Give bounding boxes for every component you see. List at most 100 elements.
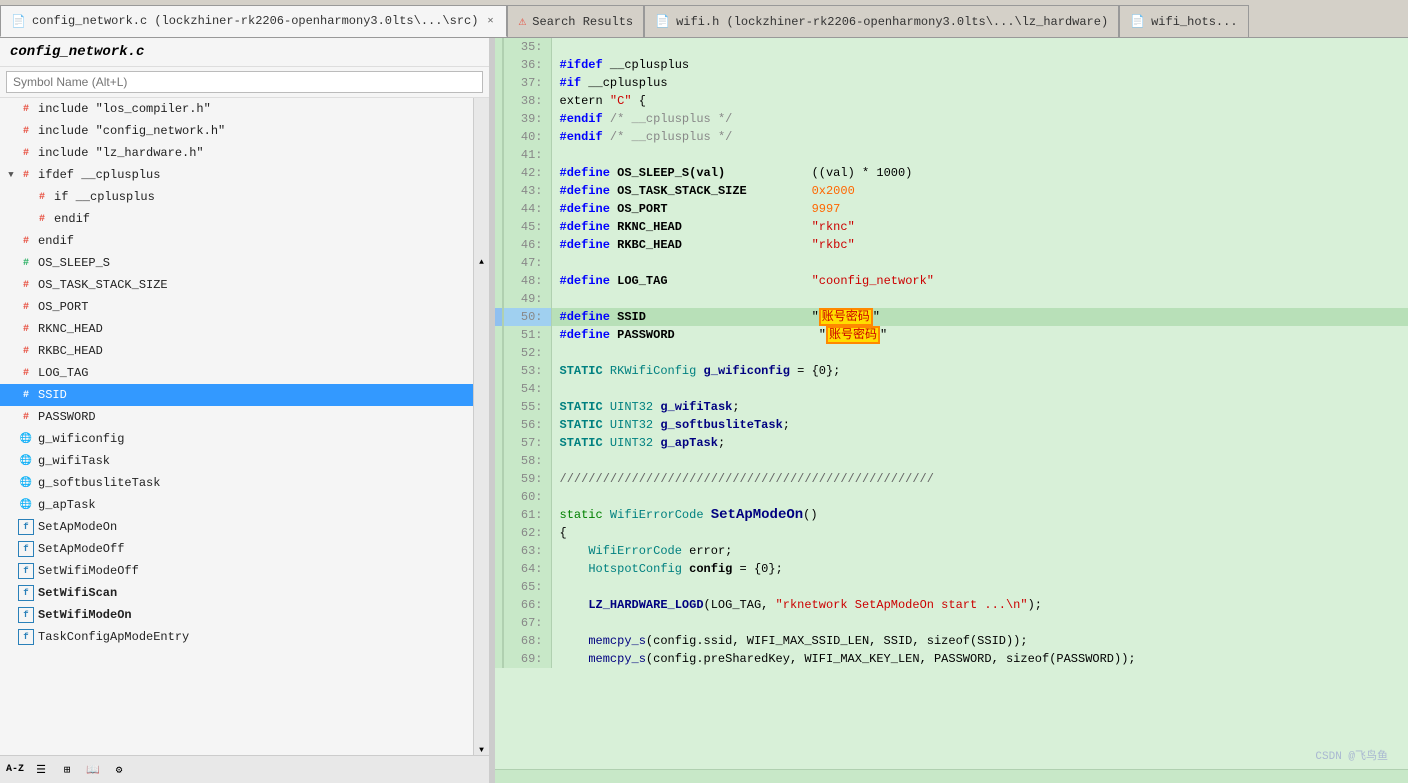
outline-item-ifdef[interactable]: ▼ # ifdef __cplusplus — [0, 164, 473, 186]
tab-wifi-hots[interactable]: 📄 wifi_hots... — [1119, 5, 1248, 37]
outline-item-gwifi[interactable]: 🌐 g_wificonfig — [0, 428, 473, 450]
expand-placeholder — [4, 588, 18, 598]
separator: ////////////////////////////////////////… — [560, 472, 934, 486]
tab-config-network[interactable]: 📄 config_network.c (lockzhiner-rk2206-op… — [0, 5, 507, 37]
code-content: #define LOG_TAG "coonfig_network" — [551, 272, 1408, 290]
code-row-65: 65: — [495, 578, 1408, 596]
outline-item-ostask[interactable]: # OS_TASK_STACK_SIZE — [0, 274, 473, 296]
outline-item-ossleep[interactable]: # OS_SLEEP_S — [0, 252, 473, 274]
book-icon: 📖 — [86, 763, 100, 777]
code-row-48: 48: #define LOG_TAG "coonfig_network" — [495, 272, 1408, 290]
line-indicator — [495, 416, 503, 434]
code-content — [551, 254, 1408, 272]
keyword: STATIC — [560, 364, 603, 378]
scroll-arrows: ▲ ▼ — [473, 98, 489, 755]
code-row-52: 52: — [495, 344, 1408, 362]
outline-item-include3[interactable]: # include "lz_hardware.h" — [0, 142, 473, 164]
scroll-down-button[interactable]: ▼ — [474, 427, 489, 756]
function-name: SetApModeOn — [711, 507, 803, 523]
item-label: OS_TASK_STACK_SIZE — [38, 278, 168, 292]
code-row-44: 44: #define OS_PORT 9997 — [495, 200, 1408, 218]
outline-item-gaptask[interactable]: 🌐 g_apTask — [0, 494, 473, 516]
tab-wifi-h[interactable]: 📄 wifi.h (lockzhiner-rk2206-openharmony3… — [644, 5, 1119, 37]
settings-button[interactable]: ⚙ — [108, 759, 130, 781]
code-content: #if __cplusplus — [551, 74, 1408, 92]
sort-az-button[interactable]: A-Z — [4, 759, 26, 781]
code-content: extern "C" { — [551, 92, 1408, 110]
var: config — [689, 562, 732, 576]
expand-arrow-icon: ▼ — [4, 170, 18, 180]
outline-item-setwifion[interactable]: f SetWifiModeOn — [0, 604, 473, 626]
expand-placeholder — [20, 214, 34, 224]
outline-item-setapoff[interactable]: f SetApModeOff — [0, 538, 473, 560]
hash-icon: # — [18, 299, 34, 315]
outline-item-gwifitask[interactable]: 🌐 g_wifiTask — [0, 450, 473, 472]
code-table: 35: 36: #ifdef __cplusplus 37: #if __cpl… — [495, 38, 1408, 668]
outline-item-ssid[interactable]: # SSID — [0, 384, 473, 406]
outline-item-setwifioff[interactable]: f SetWifiModeOff — [0, 560, 473, 582]
code-content: memcpy_s(config.ssid, WIFI_MAX_SSID_LEN,… — [551, 632, 1408, 650]
outline-item-password[interactable]: # PASSWORD — [0, 406, 473, 428]
horizontal-scrollbar[interactable] — [495, 769, 1408, 783]
item-label: SetWifiModeOn — [38, 608, 132, 622]
code-content: WifiErrorCode error; — [551, 542, 1408, 560]
outline-item-logtag[interactable]: # LOG_TAG — [0, 362, 473, 384]
code-content: #ifdef __cplusplus — [551, 56, 1408, 74]
keyword: STATIC — [560, 436, 603, 450]
scroll-up-button[interactable]: ▲ — [474, 98, 489, 427]
tab-close-button[interactable]: ✕ — [484, 14, 496, 28]
outline-item-endif1[interactable]: # endif — [0, 208, 473, 230]
outline-item-gsoftbus[interactable]: 🌐 g_softbusliteTask — [0, 472, 473, 494]
outline-item-include2[interactable]: # include "config_network.h" — [0, 120, 473, 142]
code-content: { — [551, 524, 1408, 542]
symbol-search-input[interactable] — [6, 71, 483, 93]
tab-search-results[interactable]: ⚠ Search Results — [507, 5, 644, 37]
outline-item-if[interactable]: # if __cplusplus — [0, 186, 473, 208]
expand-placeholder — [4, 258, 18, 268]
code-row-35: 35: — [495, 38, 1408, 56]
outline-item-rkbc[interactable]: # RKBC_HEAD — [0, 340, 473, 362]
code-content: ////////////////////////////////////////… — [551, 470, 1408, 488]
line-indicator — [495, 488, 503, 506]
expand-placeholder — [4, 566, 18, 576]
outline-item-rknc[interactable]: # RKNC_HEAD — [0, 318, 473, 340]
string: "C" — [610, 94, 632, 108]
code-row-69: 69: memcpy_s(config.preSharedKey, WIFI_M… — [495, 650, 1408, 668]
line-number: 55: — [503, 398, 551, 416]
outline-item-include1[interactable]: # include "los_compiler.h" — [0, 98, 473, 120]
tab-label: config_network.c (lockzhiner-rk2206-open… — [32, 14, 478, 28]
func-icon: f — [18, 519, 34, 535]
code-content — [551, 38, 1408, 56]
line-indicator — [495, 218, 503, 236]
code-row-39: 39: #endif /* __cplusplus */ — [495, 110, 1408, 128]
item-label: LOG_TAG — [38, 366, 88, 380]
line-indicator — [495, 92, 503, 110]
line-indicator — [495, 164, 503, 182]
line-number: 39: — [503, 110, 551, 128]
ssid-highlight: 账号密码 — [819, 308, 873, 326]
line-number: 58: — [503, 452, 551, 470]
code-row-59: 59: ////////////////////////////////////… — [495, 470, 1408, 488]
item-label: TaskConfigApModeEntry — [38, 630, 189, 644]
list-view-button[interactable]: ☰ — [30, 759, 52, 781]
expand-placeholder — [4, 522, 18, 532]
line-indicator — [495, 200, 503, 218]
keyword: #endif — [560, 112, 603, 126]
outline-item-setwifiscan[interactable]: f SetWifiScan — [0, 582, 473, 604]
item-label: g_wifiTask — [38, 454, 110, 468]
outline-item-setapon[interactable]: f SetApModeOn — [0, 516, 473, 538]
reference-button[interactable]: 📖 — [82, 759, 104, 781]
func-icon: f — [18, 629, 34, 645]
expand-placeholder — [4, 456, 18, 466]
tab-bar: 📄 config_network.c (lockzhiner-rk2206-op… — [0, 0, 1408, 38]
code-row-41: 41: — [495, 146, 1408, 164]
grid-view-button[interactable]: ⊞ — [56, 759, 78, 781]
line-number: 43: — [503, 182, 551, 200]
line-indicator — [495, 38, 503, 56]
outline-item-endif2[interactable]: # endif — [0, 230, 473, 252]
line-number: 64: — [503, 560, 551, 578]
outline-item-taskconfig[interactable]: f TaskConfigApModeEntry — [0, 626, 473, 648]
comment: /* __cplusplus */ — [610, 130, 732, 144]
outline-item-osport[interactable]: # OS_PORT — [0, 296, 473, 318]
code-area[interactable]: 35: 36: #ifdef __cplusplus 37: #if __cpl… — [495, 38, 1408, 769]
